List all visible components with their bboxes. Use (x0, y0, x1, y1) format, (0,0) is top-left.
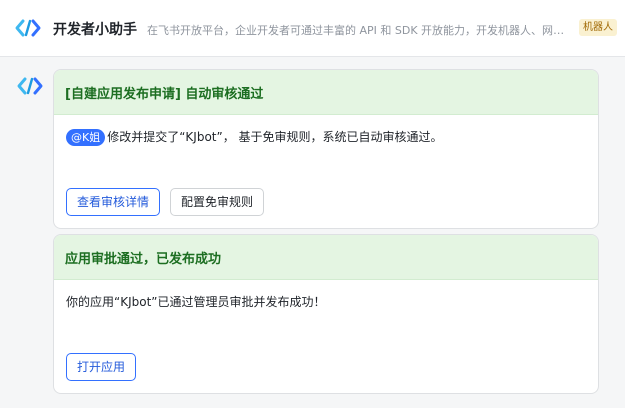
chat-header: 开发者小助手 在飞书开放平台，企业开发者可通过丰富的 API 和 SDK 开放能… (0, 0, 625, 57)
chat-description: 在飞书开放平台，企业开发者可通过丰富的 API 和 SDK 开放能力，开发机器人… (147, 24, 567, 37)
card-actions: 查看审核详情 配置免审规则 (66, 188, 265, 216)
chat-title[interactable]: 开发者小助手 (53, 19, 137, 39)
user-mention[interactable]: @K姐 (66, 129, 106, 146)
card-message-text: 你的应用“KJbot”已通过管理员审批并发布成功！ (66, 295, 326, 309)
bot-badge: 机器人 (579, 19, 617, 36)
view-review-details-button[interactable]: 查看审核详情 (66, 188, 161, 216)
card-actions: 打开应用 (66, 353, 137, 381)
configure-exemption-rules-button[interactable]: 配置免审规则 (170, 188, 265, 216)
card-header: 应用审批通过，已发布成功 (54, 235, 598, 280)
card-title: [自建应用发布申请] 自动审核通过 (65, 86, 264, 102)
card-body: @K姐 修改并提交了“KJbot”， 基于免审规则，系统已自动审核通过。 (54, 115, 598, 147)
message-card-published: 应用审批通过，已发布成功 你的应用“KJbot”已通过管理员审批并发布成功！ 打… (53, 234, 599, 394)
message-card-auto-review: [自建应用发布申请] 自动审核通过 @K姐 修改并提交了“KJbot”， 基于免审… (53, 69, 599, 229)
card-title: 应用审批通过，已发布成功 (65, 251, 222, 267)
card-body: 你的应用“KJbot”已通过管理员审批并发布成功！ (54, 280, 598, 312)
card-header: [自建应用发布申请] 自动审核通过 (54, 70, 598, 115)
open-app-button[interactable]: 打开应用 (66, 353, 137, 381)
card-message-text: 修改并提交了“KJbot”， 基于免审规则，系统已自动审核通过。 (107, 130, 443, 144)
developer-assistant-logo-icon (15, 19, 41, 37)
sender-avatar-icon[interactable] (17, 76, 43, 96)
